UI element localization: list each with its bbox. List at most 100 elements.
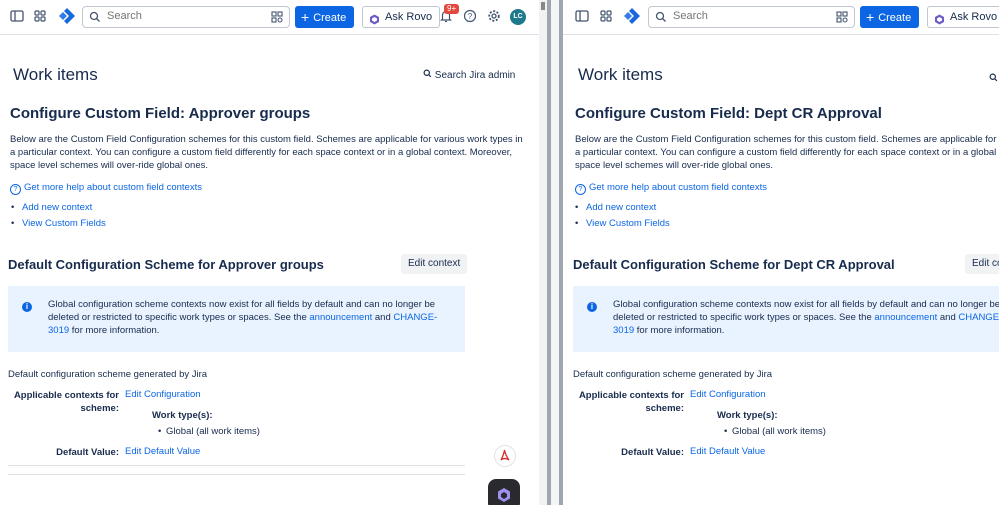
divider [8, 474, 465, 475]
search-icon [655, 10, 667, 28]
search-box[interactable] [82, 6, 290, 28]
create-button[interactable]: + Create [860, 6, 920, 28]
notice-text-part: and [937, 312, 959, 323]
top-navigation: +Create Ask Rovo [563, 0, 999, 35]
help-link[interactable]: ? Get more help about custom field contex… [10, 182, 202, 195]
view-custom-fields-link[interactable]: View Custom Fields [586, 218, 670, 229]
svg-text:?: ? [468, 12, 473, 21]
help-circle-icon: ? [10, 184, 21, 195]
default-value-label: Default Value: [56, 447, 119, 458]
help-link-label: Get more help about custom field context… [24, 182, 202, 193]
info-icon: i [22, 302, 32, 312]
announcement-link[interactable]: announcement [874, 312, 937, 323]
work-types-label: Work type(s): [717, 410, 778, 421]
page-title: Work items [578, 65, 663, 84]
configure-field-title: Configure Custom Field: Approver groups [10, 105, 311, 122]
create-button[interactable]: + Create [295, 6, 355, 28]
list-item: Add new context [11, 200, 106, 216]
field-description: Below are the Custom Field Configuration… [10, 134, 523, 171]
window-divider[interactable] [547, 0, 563, 505]
ask-rovo-label: Ask Rovo [950, 11, 998, 23]
announcement-link[interactable]: announcement [309, 312, 372, 323]
filter-icon[interactable] [836, 10, 848, 28]
configure-field-title: Configure Custom Field: Dept CR Approval [575, 105, 882, 122]
scrollbar[interactable] [539, 0, 547, 505]
search-input[interactable] [105, 9, 259, 23]
settings-gear-icon[interactable] [487, 9, 503, 25]
plus-icon: + [301, 9, 310, 25]
notice-text-part: for more information. [69, 325, 160, 336]
add-new-context-link[interactable]: Add new context [22, 202, 92, 213]
edit-default-value-link[interactable]: Edit Default Value [690, 446, 765, 457]
top-navigation: +Create Ask Rovo 9+ ? LC [0, 0, 547, 35]
ask-rovo-button[interactable]: Ask Rovo [927, 6, 999, 28]
create-label: Create [313, 12, 347, 24]
list-item: Global (all work items) [158, 426, 260, 437]
info-icon: i [587, 302, 597, 312]
search-icon [423, 69, 432, 81]
sidebar-toggle-icon[interactable] [10, 9, 26, 25]
rovo-icon [369, 12, 380, 32]
field-description: Below are the Custom Field Configuration… [575, 134, 999, 171]
list-item: Global (all work items) [724, 426, 826, 437]
search-jira-admin-link[interactable]: Search Jira admin [423, 69, 515, 81]
rovo-icon [488, 488, 520, 505]
edit-context-button[interactable]: Edit co [965, 254, 999, 274]
generated-by-text: Default configuration scheme generated b… [573, 369, 773, 380]
default-scheme-title: Default Configuration Scheme for Dept CR… [573, 257, 895, 272]
app-switcher-icon[interactable] [33, 9, 49, 25]
page-title: Work items [13, 65, 98, 84]
search-box[interactable] [648, 6, 855, 28]
edit-configuration-link[interactable]: Edit Configuration [125, 389, 201, 400]
help-circle-icon: ? [575, 184, 586, 195]
ask-rovo-label: Ask Rovo [385, 11, 433, 23]
app-switcher-icon[interactable] [599, 9, 615, 25]
search-icon[interactable] [989, 69, 998, 87]
list-item: View Custom Fields [11, 216, 106, 232]
rovo-icon [934, 12, 945, 32]
work-types-list: Global (all work items) [158, 426, 260, 437]
plus-icon: + [866, 9, 875, 25]
applicable-contexts-label: Applicable contexts for scheme: [13, 390, 119, 414]
notice-text: Global configuration scheme contexts now… [613, 298, 999, 337]
scrollbar-thumb[interactable] [541, 2, 545, 10]
info-notice: i Global configuration scheme contexts n… [8, 286, 465, 352]
filter-icon[interactable] [271, 10, 283, 28]
list-item: Add new context [575, 200, 670, 216]
right-window: +Create Ask Rovo Work items Configure Cu… [563, 0, 999, 505]
notice-text-part: and [372, 312, 394, 323]
edit-default-value-link[interactable]: Edit Default Value [125, 446, 200, 457]
jira-logo-icon[interactable] [623, 7, 640, 24]
context-links: Add new context View Custom Fields [11, 200, 106, 232]
edit-context-button[interactable]: Edit context [401, 254, 468, 274]
search-icon [89, 10, 101, 28]
notice-text-part: for more information. [634, 325, 725, 336]
jira-logo-icon[interactable] [58, 7, 75, 24]
context-links: Add new context View Custom Fields [575, 200, 670, 232]
notice-text: Global configuration scheme contexts now… [48, 298, 448, 337]
ask-rovo-button[interactable]: Ask Rovo [362, 6, 441, 28]
user-avatar[interactable]: LC [510, 9, 526, 25]
default-value-label: Default Value: [621, 447, 684, 458]
help-link[interactable]: ? Get more help about custom field contex… [575, 182, 767, 195]
pdf-export-button[interactable] [494, 445, 516, 467]
work-types-label: Work type(s): [152, 410, 213, 421]
notification-badge: 9+ [444, 4, 460, 14]
sidebar-toggle-icon[interactable] [575, 9, 591, 25]
rovo-chat-button[interactable] [488, 479, 520, 505]
applicable-contexts-label: Applicable contexts for scheme: [578, 390, 684, 414]
search-jira-admin-label: Search Jira admin [434, 70, 516, 81]
view-custom-fields-link[interactable]: View Custom Fields [22, 218, 106, 229]
help-link-label: Get more help about custom field context… [589, 182, 767, 193]
edit-configuration-link[interactable]: Edit Configuration [690, 389, 766, 400]
list-item: View Custom Fields [575, 216, 670, 232]
add-new-context-link[interactable]: Add new context [586, 202, 656, 213]
pdf-icon [495, 449, 515, 470]
search-input[interactable] [671, 9, 825, 23]
help-icon[interactable]: ? [463, 9, 479, 25]
info-notice: i Global configuration scheme contexts n… [573, 286, 999, 352]
divider [8, 465, 465, 466]
work-types-list: Global (all work items) [724, 426, 826, 437]
generated-by-text: Default configuration scheme generated b… [8, 369, 208, 380]
left-window: +Create Ask Rovo 9+ ? LC Work items Sear… [0, 0, 547, 505]
